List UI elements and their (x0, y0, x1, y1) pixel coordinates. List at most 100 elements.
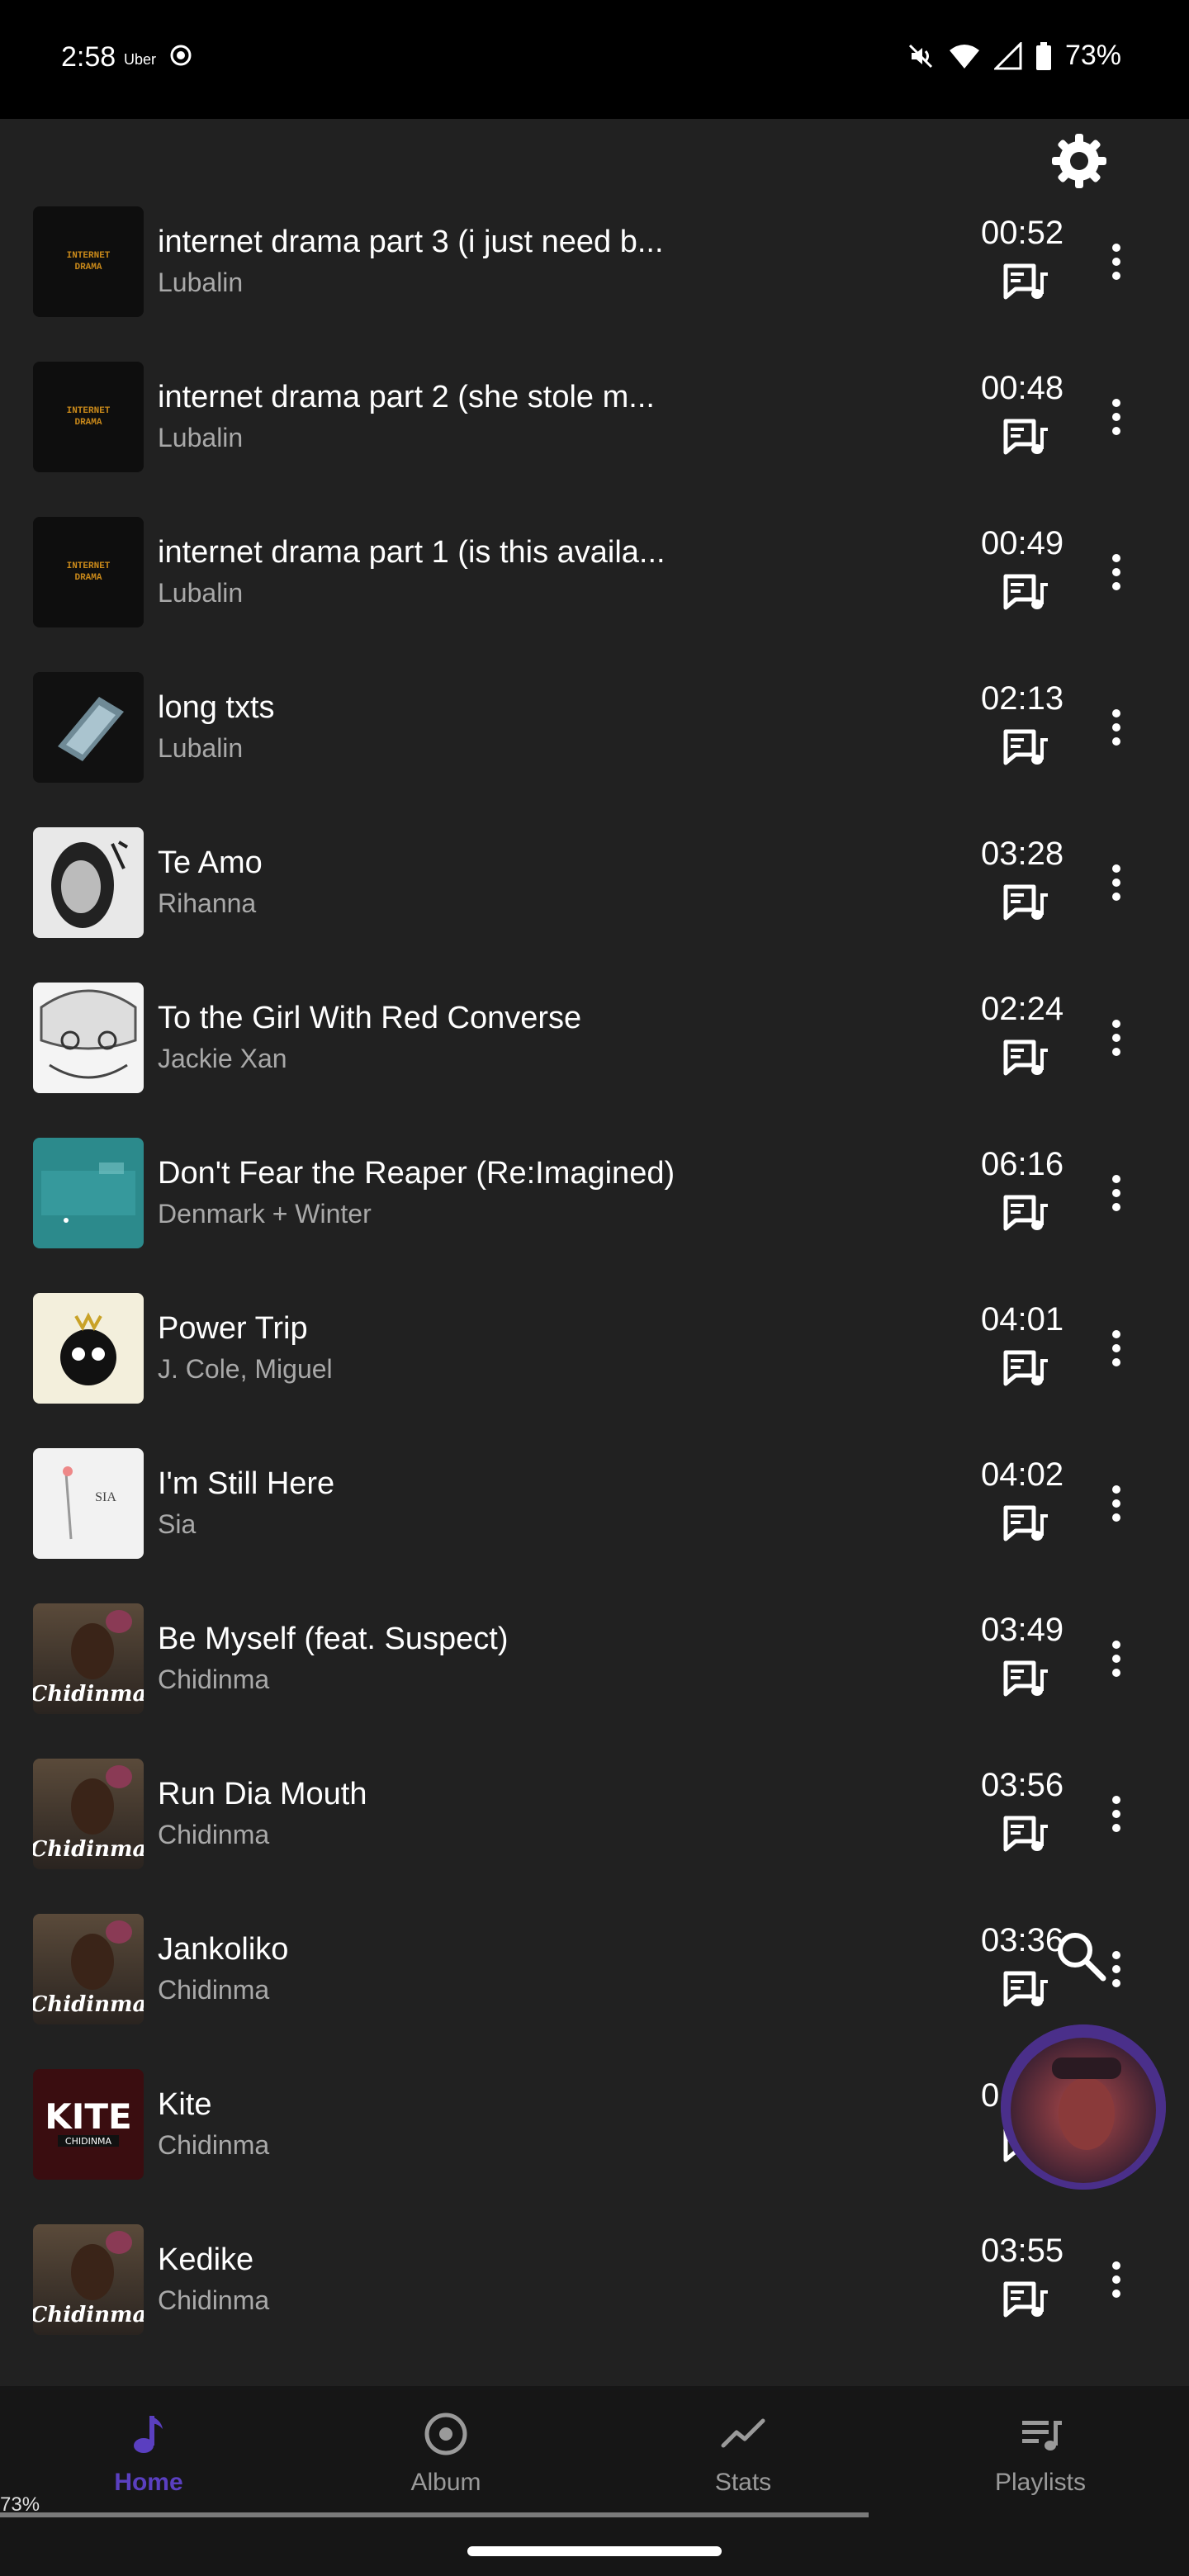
song-row[interactable]: INTERNET DRAMA internet drama part 2 (sh… (0, 337, 1189, 492)
song-artist: Chidinma (158, 2130, 270, 2160)
svg-text:Chidinma: Chidinma (33, 1682, 144, 1707)
song-row[interactable]: Don't Fear the Reaper (Re:Imagined) Denm… (0, 1113, 1189, 1268)
album-art: KITE CHIDINMA (33, 2069, 144, 2180)
svg-text:INTERNET: INTERNET (67, 251, 111, 261)
svg-text:Chidinma: Chidinma (33, 2303, 144, 2327)
more-options-icon[interactable] (1101, 241, 1131, 282)
album-art: Chidinma (33, 1603, 144, 1714)
more-options-icon[interactable] (1101, 1483, 1131, 1524)
lyrics-icon[interactable] (1002, 1192, 1049, 1234)
more-options-icon[interactable] (1101, 396, 1131, 438)
song-duration: 04:02 (981, 1456, 1064, 1493)
song-row[interactable]: Chidinma Be Myself (feat. Suspect) Chidi… (0, 1579, 1189, 1734)
svg-text:INTERNET: INTERNET (67, 561, 111, 571)
disc-icon (424, 2413, 467, 2455)
status-bar: 2:58 Uber 73% (0, 0, 1189, 119)
song-artist: Lubalin (158, 733, 244, 763)
song-row[interactable]: Te Amo Rihanna 03:28 (0, 803, 1189, 958)
album-art: INTERNET DRAMA (33, 517, 144, 627)
song-row[interactable]: Chidinma Run Dia Mouth Chidinma 03:56 (0, 1734, 1189, 1889)
song-duration: 00:48 (981, 370, 1064, 406)
album-art (33, 827, 144, 938)
nav-home[interactable]: Home (0, 2386, 297, 2510)
svg-text:DRAMA: DRAMA (74, 263, 102, 272)
song-row[interactable]: Chidinma Jankoliko Chidinma 03:36 (0, 1889, 1189, 2044)
svg-text:DRAMA: DRAMA (74, 418, 102, 428)
song-title: Run Dia Mouth (158, 1777, 367, 1811)
song-title: internet drama part 2 (she stole m... (158, 380, 655, 414)
battery-percent: 73% (1064, 40, 1121, 71)
more-options-icon[interactable] (1101, 1172, 1131, 1214)
more-options-icon[interactable] (1101, 2259, 1131, 2300)
album-art: Chidinma (33, 1914, 144, 2024)
lyrics-icon[interactable] (1002, 882, 1049, 923)
nav-stats[interactable]: Stats (594, 2386, 892, 2510)
album-art: SIA (33, 1448, 144, 1559)
song-artist: Lubalin (158, 578, 244, 608)
song-artist: Chidinma (158, 1664, 270, 1694)
more-options-icon[interactable] (1101, 707, 1131, 748)
song-artist: J. Cole, Miguel (158, 1354, 333, 1384)
song-duration: 02:13 (981, 680, 1064, 717)
song-artist: Chidinma (158, 2285, 270, 2315)
song-title: Kite (158, 2087, 212, 2122)
song-artist: Denmark + Winter (158, 1199, 372, 1229)
lyrics-icon[interactable] (1002, 571, 1049, 613)
song-row[interactable]: SIA I'm Still Here Sia 04:02 (0, 1423, 1189, 1579)
song-artist: Lubalin (158, 268, 244, 297)
more-options-icon[interactable] (1101, 552, 1131, 593)
svg-text:DRAMA: DRAMA (74, 573, 102, 583)
nav-playlists[interactable]: Playlists (892, 2386, 1189, 2510)
now-playing-artwork (1001, 2024, 1166, 2190)
album-art: Chidinma (33, 2224, 144, 2335)
song-duration: 03:56 (981, 1767, 1064, 1803)
lyrics-icon[interactable] (1002, 727, 1049, 768)
bottom-navigation: Home Album Stats Playlists 73% (0, 2386, 1189, 2576)
lyrics-icon[interactable] (1002, 1503, 1049, 1544)
song-title: Don't Fear the Reaper (Re:Imagined) (158, 1156, 675, 1191)
album-art: INTERNET DRAMA (33, 206, 144, 317)
home-indicator[interactable] (467, 2546, 722, 2556)
lyrics-icon[interactable] (1002, 416, 1049, 457)
lyrics-icon[interactable] (1002, 261, 1049, 302)
playlist-icon (1022, 2421, 1062, 2451)
lyrics-icon[interactable] (1002, 1968, 1049, 2010)
search-icon[interactable] (1049, 1924, 1115, 1990)
now-playing-button[interactable] (1001, 2024, 1166, 2190)
song-row[interactable]: long txts Lubalin 02:13 (0, 647, 1189, 803)
song-duration: 04:01 (981, 1301, 1064, 1338)
nav-album[interactable]: Album (297, 2386, 594, 2510)
status-time: 2:58 (61, 41, 116, 73)
lyrics-icon[interactable] (1002, 1813, 1049, 1854)
more-options-icon[interactable] (1101, 1328, 1131, 1369)
svg-text:SIA: SIA (95, 1490, 116, 1504)
song-row[interactable]: INTERNET DRAMA internet drama part 3 (i … (0, 182, 1189, 337)
screen-record-icon (170, 45, 192, 66)
song-row[interactable]: Power Trip J. Cole, Miguel 04:01 (0, 1268, 1189, 1423)
song-title: I'm Still Here (158, 1466, 335, 1501)
wifi-icon (949, 44, 979, 69)
song-row[interactable]: Chidinma Kedike Chidinma 03:55 (0, 2200, 1189, 2355)
song-title: Power Trip (158, 1311, 308, 1346)
nav-playlists-label: Playlists (994, 2469, 1087, 2496)
album-art: INTERNET DRAMA (33, 362, 144, 472)
more-options-icon[interactable] (1101, 1017, 1131, 1058)
song-artist: Sia (158, 1509, 197, 1539)
more-options-icon[interactable] (1101, 1638, 1131, 1679)
signal-icon (993, 41, 1022, 69)
song-title: internet drama part 1 (is this availa... (158, 535, 666, 570)
album-art: Chidinma (33, 1759, 144, 1869)
song-row[interactable]: INTERNET DRAMA internet drama part 1 (is… (0, 492, 1189, 647)
more-options-icon[interactable] (1101, 1793, 1131, 1835)
song-title: To the Girl With Red Converse (158, 1001, 582, 1035)
album-art (33, 983, 144, 1093)
lyrics-icon[interactable] (1002, 1037, 1049, 1078)
more-options-icon[interactable] (1101, 862, 1131, 903)
lyrics-icon[interactable] (1002, 1658, 1049, 1699)
svg-text:INTERNET: INTERNET (67, 406, 111, 416)
song-row[interactable]: To the Girl With Red Converse Jackie Xan… (0, 958, 1189, 1113)
lyrics-icon[interactable] (1002, 2279, 1049, 2320)
playback-progress-bar[interactable] (0, 2512, 869, 2517)
song-artist: Chidinma (158, 1975, 270, 2005)
lyrics-icon[interactable] (1002, 1347, 1049, 1389)
